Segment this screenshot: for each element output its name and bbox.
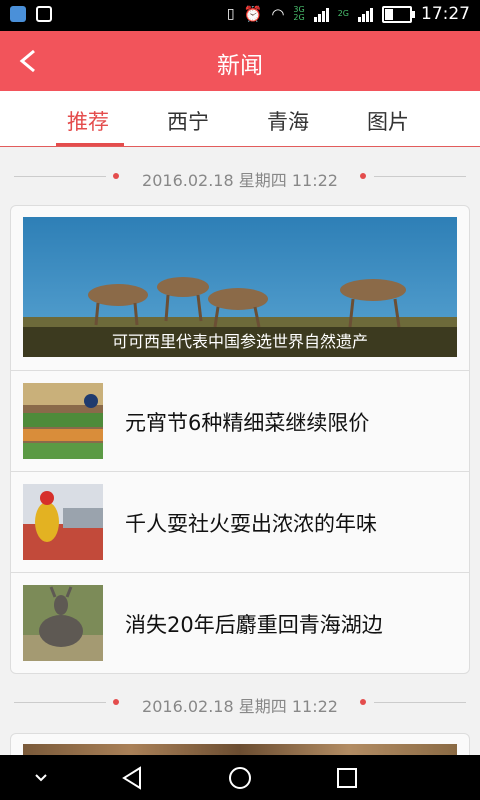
tab-bar: 推荐 西宁 青海 图片	[0, 91, 480, 147]
news-title: 消失20年后麝重回青海湖边	[125, 613, 383, 637]
hero-caption: 可可西里代表中国参选世界自然遗产	[23, 327, 457, 357]
tab-pictures[interactable]: 图片	[367, 106, 409, 136]
date-label: 2016.02.18 星期四 11:22	[142, 171, 338, 190]
news-list-item[interactable]: 元宵节6种精细菜继续限价	[11, 370, 469, 472]
news-thumbnail	[23, 484, 103, 560]
home-nav-icon[interactable]	[227, 765, 253, 791]
news-title: 元宵节6种精细菜继续限价	[125, 411, 370, 435]
news-thumbnail	[23, 585, 103, 661]
news-card: 可可西里代表中国参选世界自然遗产 元宵节6种精细菜继续限价 千人耍社火耍出浓浓的…	[10, 205, 470, 674]
vibrate-icon: ▯	[226, 6, 235, 22]
app-notification-icon	[10, 6, 26, 22]
news-list-item[interactable]: 千人耍社火耍出浓浓的年味	[11, 471, 469, 573]
system-nav-bar	[0, 755, 480, 800]
tab-recommended[interactable]: 推荐	[67, 106, 109, 136]
network-type-badge-2: 2G	[337, 9, 349, 18]
network-type-badge: 3G 2G	[293, 5, 305, 22]
wifi-icon: ◠	[271, 5, 285, 23]
status-bar: ▯ ⏰ ◠ 3G 2G 2G 17:27	[0, 0, 480, 31]
signal-icon-2	[358, 6, 373, 22]
news-list-item[interactable]: 消失20年后麝重回青海湖边	[11, 572, 469, 673]
news-thumbnail	[23, 383, 103, 459]
date-separator: 2016.02.18 星期四 11:22	[0, 165, 480, 190]
image-notification-icon	[36, 6, 52, 22]
recents-nav-icon[interactable]	[334, 765, 360, 791]
app-bar: 新闻	[0, 31, 480, 91]
tab-xining[interactable]: 西宁	[167, 106, 209, 136]
alarm-icon: ⏰	[243, 5, 263, 23]
hero-news-item[interactable]: 可可西里代表中国参选世界自然遗产	[23, 217, 457, 357]
signal-icon	[313, 6, 329, 22]
news-title: 千人耍社火耍出浓浓的年味	[125, 512, 377, 536]
date-label: 2016.02.18 星期四 11:22	[142, 697, 338, 716]
battery-icon	[382, 5, 415, 23]
back-nav-icon[interactable]	[120, 765, 146, 791]
clock: 17:27	[421, 4, 470, 24]
chevron-down-icon[interactable]	[28, 765, 54, 791]
date-separator: 2016.02.18 星期四 11:22	[0, 691, 480, 716]
active-tab-indicator	[56, 143, 124, 146]
page-title: 新闻	[217, 53, 263, 79]
tab-qinghai[interactable]: 青海	[267, 106, 309, 136]
